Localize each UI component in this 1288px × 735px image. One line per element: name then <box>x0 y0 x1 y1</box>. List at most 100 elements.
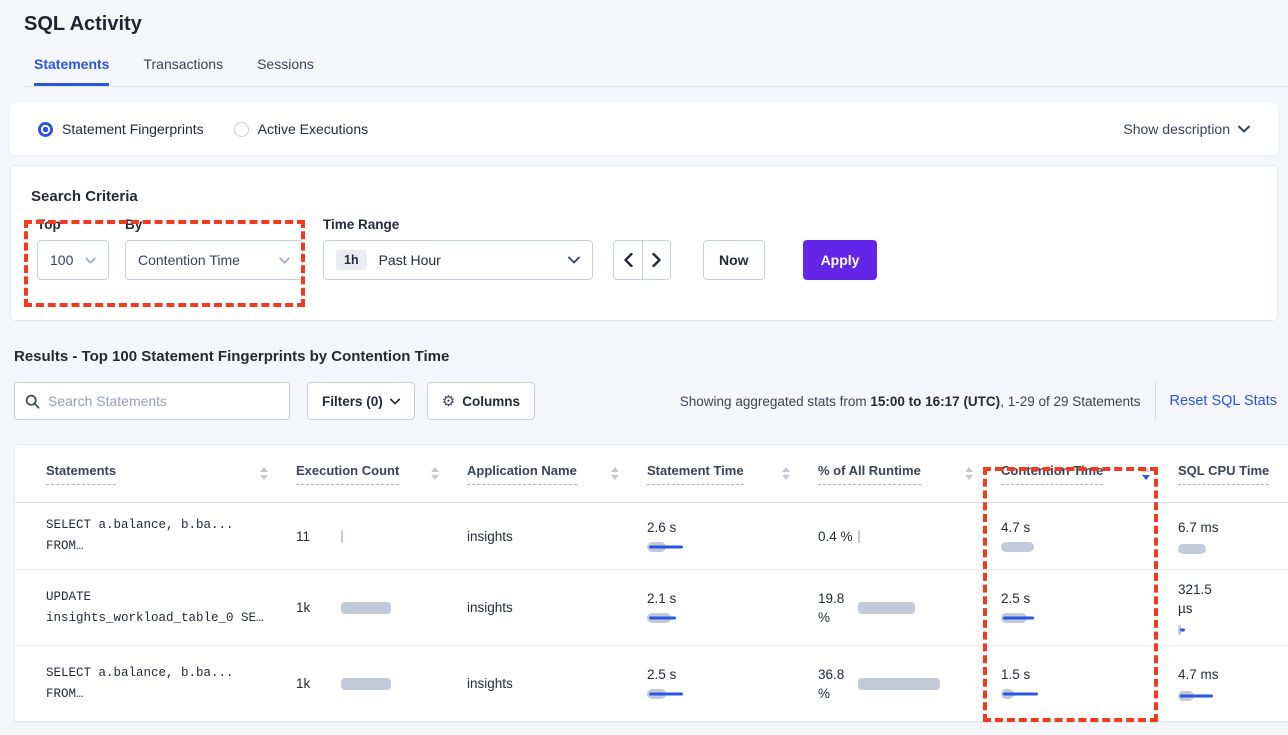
now-button[interactable]: Now <box>703 240 765 280</box>
bar-chart <box>647 541 676 553</box>
radio-label: Statement Fingerprints <box>62 121 204 137</box>
sql-cpu-time-cell: 4.7 ms <box>1178 665 1288 702</box>
sort-icon[interactable] <box>965 467 973 480</box>
chevron-down-icon <box>390 398 400 405</box>
bar-chart <box>1178 624 1224 636</box>
header-label[interactable]: % of All Runtime <box>818 463 921 485</box>
sort-icon[interactable] <box>431 467 439 480</box>
bar-chart <box>1178 543 1219 555</box>
divider <box>1155 382 1156 420</box>
sort-icon[interactable] <box>782 467 790 480</box>
by-select-value: Contention Time <box>138 252 240 268</box>
bar-dev <box>1180 628 1185 631</box>
top-select-value: 100 <box>50 252 73 268</box>
radio-active-executions[interactable]: Active Executions <box>234 121 369 137</box>
bar-dev <box>1180 695 1213 698</box>
view-toggle-bar: Statement Fingerprints Active Executions… <box>10 103 1278 155</box>
header-statement-time: Statement Time <box>647 463 818 485</box>
bar-chart <box>1001 541 1034 553</box>
application-cell: insights <box>467 676 647 691</box>
top-select[interactable]: 100 <box>37 240 109 280</box>
results-controls-row: Filters (0) ⚙ Columns Showing aggregated… <box>14 382 1277 420</box>
chevron-down-icon <box>1238 125 1250 133</box>
columns-label: Columns <box>462 394 520 409</box>
bar-chart <box>341 678 391 690</box>
bar-dev <box>649 617 676 620</box>
next-time-button[interactable] <box>642 241 670 279</box>
by-select[interactable]: Contention Time <box>125 240 303 280</box>
bar-mean <box>858 678 940 690</box>
header-label[interactable]: Statements <box>46 463 116 485</box>
apply-button[interactable]: Apply <box>803 240 878 280</box>
chevron-down-icon <box>568 256 580 264</box>
stats-wrap: Showing aggregated stats from 15:00 to 1… <box>680 382 1277 420</box>
search-criteria-heading: Search Criteria <box>11 166 1277 205</box>
bar-chart <box>858 530 860 543</box>
radio-statement-fingerprints[interactable]: Statement Fingerprints <box>38 121 204 137</box>
filters-button[interactable]: Filters (0) <box>307 382 415 420</box>
table-row[interactable]: SELECT a.balance, b.ba...FROM… 1k insigh… <box>15 646 1288 722</box>
time-range-field: Time Range 1h Past Hour <box>323 217 593 280</box>
previous-time-button[interactable] <box>614 241 642 279</box>
show-description-toggle[interactable]: Show description <box>1123 121 1250 137</box>
bar-chart <box>647 688 676 700</box>
page-header: SQL Activity Statements Transactions Ses… <box>0 0 1288 87</box>
bar-chart <box>341 530 343 543</box>
table-row[interactable]: UPDATEinsights_workload_table_0 SE… 1k i… <box>15 570 1288 646</box>
columns-button[interactable]: ⚙ Columns <box>427 382 535 420</box>
statement-time-cell: 2.5 s <box>647 667 818 700</box>
header-application-name: Application Name <box>467 463 647 485</box>
reset-sql-stats-link[interactable]: Reset SQL Stats <box>1170 393 1277 409</box>
header-label[interactable]: SQL CPU Time <box>1178 463 1269 485</box>
aggregated-stats-text: Showing aggregated stats from 15:00 to 1… <box>680 394 1141 409</box>
bar-chart <box>1001 688 1030 700</box>
search-statements-input[interactable] <box>48 393 279 409</box>
bar-mean <box>1178 544 1206 554</box>
chevron-down-icon <box>279 257 290 264</box>
runtime-pct-cell: 0.4 % <box>818 527 1001 546</box>
chevron-down-icon <box>85 257 96 264</box>
time-range-value: Past Hour <box>379 252 441 268</box>
by-field: By Contention Time <box>109 217 303 280</box>
sort-icon[interactable] <box>611 467 619 480</box>
statement-cell[interactable]: SELECT a.balance, b.ba...FROM… <box>15 515 296 557</box>
time-range-label: Time Range <box>323 217 593 232</box>
tab-sessions[interactable]: Sessions <box>257 56 314 86</box>
show-description-label: Show description <box>1123 121 1230 137</box>
chevron-left-icon <box>624 253 633 267</box>
header-contention-time: Contention Time <box>1001 463 1178 485</box>
bar-mean <box>341 602 391 614</box>
tab-transactions[interactable]: Transactions <box>143 56 223 86</box>
application-cell: insights <box>467 600 647 615</box>
header-label[interactable]: Application Name <box>467 463 577 485</box>
search-statements-box <box>14 382 290 420</box>
bar-dev <box>1003 617 1034 620</box>
bar-mean <box>1001 542 1034 552</box>
time-range-select[interactable]: 1h Past Hour <box>323 240 593 280</box>
header-runtime-pct: % of All Runtime <box>818 463 1001 485</box>
top-field: Top 100 <box>37 217 109 280</box>
time-range-pager <box>613 240 671 280</box>
statement-cell[interactable]: SELECT a.balance, b.ba...FROM… <box>15 663 296 705</box>
header-sql-cpu-time: SQL CPU Time <box>1178 463 1288 485</box>
bar-chart <box>647 612 676 624</box>
table-header-row: Statements Execution Count Application N… <box>15 445 1288 503</box>
sort-icon[interactable] <box>260 467 268 480</box>
contention-time-cell: 1.5 s <box>1001 667 1178 700</box>
header-label[interactable]: Execution Count <box>296 463 399 485</box>
statement-cell[interactable]: UPDATEinsights_workload_table_0 SE… <box>15 587 296 629</box>
bar-mean <box>858 602 915 614</box>
filters-label: Filters (0) <box>322 394 383 409</box>
runtime-pct-cell: 19.8 % <box>818 589 1001 627</box>
bar-chart <box>341 602 391 614</box>
bar-mean <box>341 530 343 543</box>
table-row[interactable]: SELECT a.balance, b.ba...FROM… 11 insigh… <box>15 503 1288 570</box>
bar-dev <box>649 693 683 696</box>
header-label[interactable]: Contention Time <box>1001 463 1103 485</box>
header-label[interactable]: Statement Time <box>647 463 744 485</box>
sort-icon-active-desc[interactable] <box>1142 467 1150 480</box>
tab-statements[interactable]: Statements <box>34 56 109 86</box>
application-cell: insights <box>467 529 647 544</box>
statement-time-cell: 2.1 s <box>647 591 818 624</box>
bar-mean <box>341 678 391 690</box>
